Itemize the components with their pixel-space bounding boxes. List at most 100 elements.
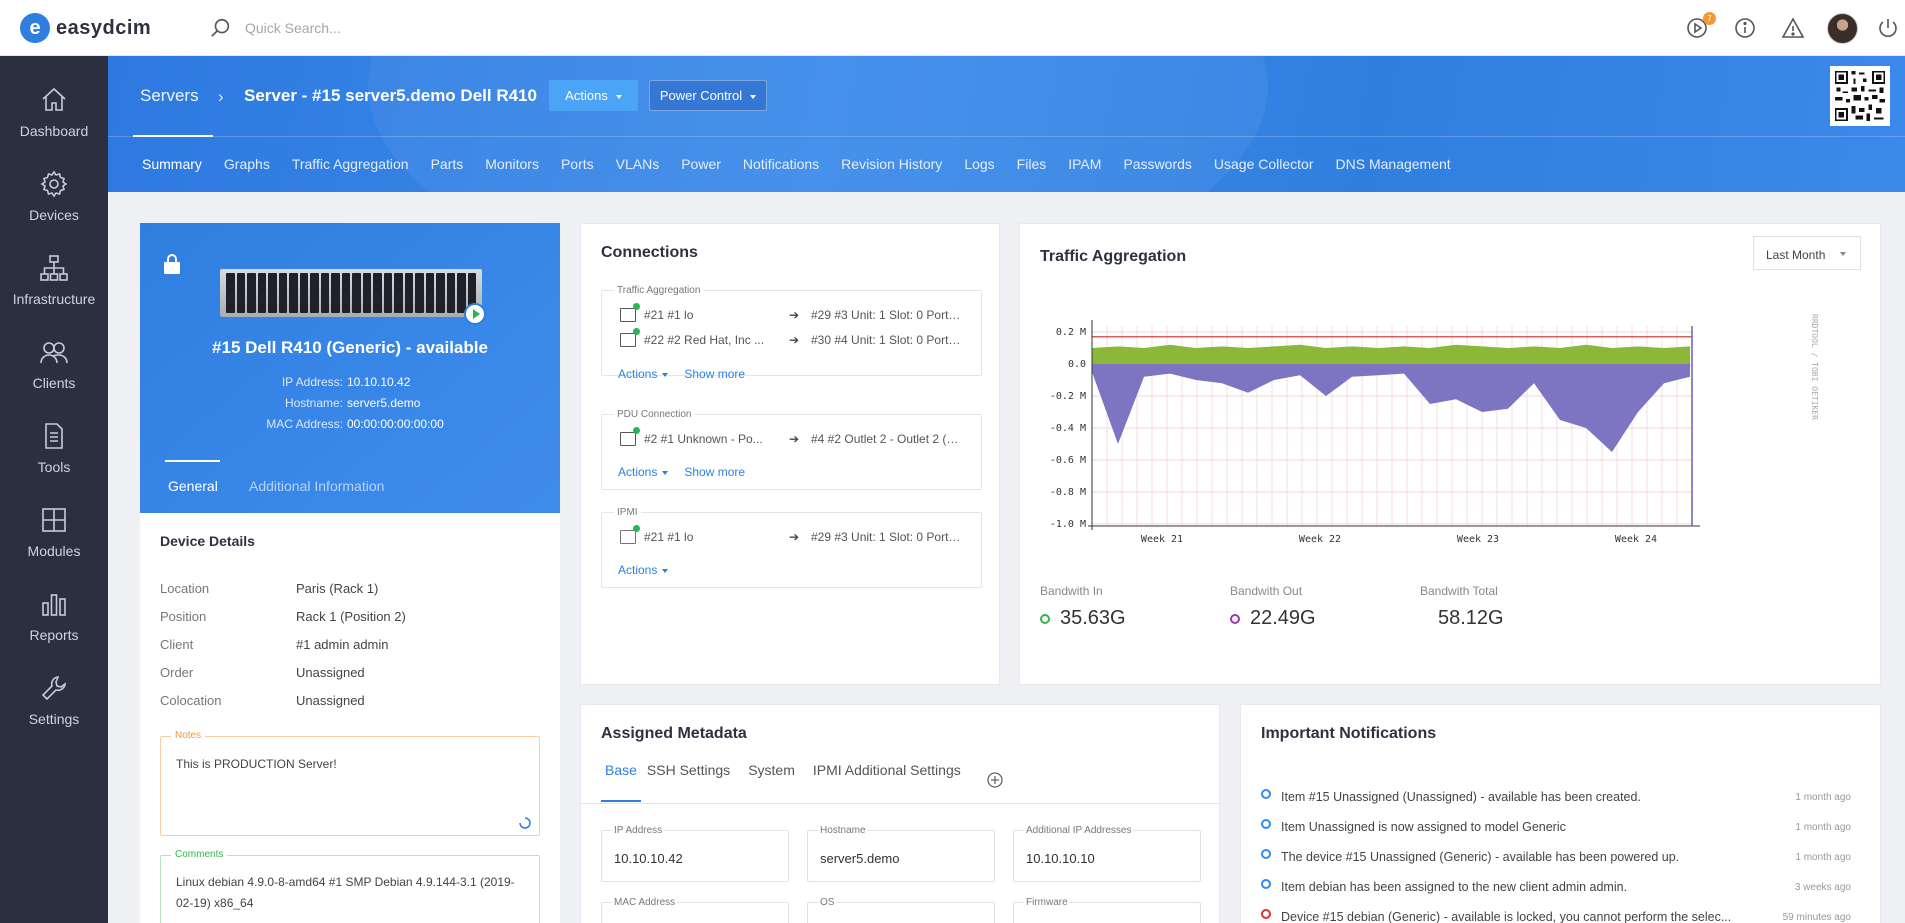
document-icon — [45, 423, 63, 449]
sidebar-item-label: Clients — [32, 375, 76, 391]
power-control-button[interactable]: Power Control — [649, 80, 767, 111]
info-icon[interactable] — [1733, 16, 1757, 40]
brand-name: easydcim — [56, 16, 152, 39]
connection-row[interactable]: #22 #2 Red Hat, Inc ... ➔ #30 #4 Unit: 1… — [620, 328, 970, 350]
grid-icon — [42, 508, 66, 532]
show-more-link[interactable]: Show more — [684, 465, 745, 479]
range-select[interactable]: Last Month — [1753, 236, 1861, 270]
tab-summary[interactable]: Summary — [108, 135, 213, 192]
tab-traffic-aggregation[interactable]: Traffic Aggregation — [281, 136, 420, 192]
notification-text: Item #15 Unassigned (Unassigned) - avail… — [1281, 790, 1641, 804]
bandwidth-total: Bandwith Total 58.12G — [1420, 584, 1504, 630]
connection-actions-dropdown[interactable]: Actions — [618, 367, 669, 381]
show-more-link[interactable]: Show more — [684, 367, 745, 381]
user-avatar[interactable] — [1827, 13, 1858, 44]
metadata-divider — [581, 803, 1221, 804]
page-tabs: Summary Graphs Traffic Aggregation Parts… — [108, 135, 1462, 192]
connection-target: #4 #2 Outlet 2 - Outlet 2 (o... — [811, 432, 961, 446]
notification-item[interactable]: Device #15 debian (Generic) - available … — [1261, 907, 1851, 923]
power-state-icon[interactable] — [464, 303, 486, 325]
notification-item[interactable]: Item debian has been assigned to the new… — [1261, 877, 1851, 897]
actions-button[interactable]: Actions — [549, 80, 638, 111]
notification-count-badge: 7 — [1703, 12, 1716, 25]
detail-value: Unassigned — [296, 693, 365, 708]
tab-additional-information[interactable]: Additional Information — [249, 478, 384, 494]
tab-files[interactable]: Files — [1006, 136, 1058, 192]
metadata-tabs: Base SSH Settings System IPMI Additional… — [601, 760, 979, 802]
connection-row[interactable]: #21 #1 lo ➔ #29 #3 Unit: 1 Slot: 0 Port:… — [620, 525, 970, 547]
search-input[interactable] — [245, 14, 645, 42]
tab-usage-collector[interactable]: Usage Collector — [1203, 136, 1325, 192]
tab-passwords[interactable]: Passwords — [1112, 136, 1202, 192]
wrench-icon — [41, 676, 66, 701]
notification-item[interactable]: The device #15 Unassigned (Generic) - av… — [1261, 847, 1851, 867]
connection-row[interactable]: #21 #1 lo ➔ #29 #3 Unit: 1 Slot: 0 Port:… — [620, 303, 970, 325]
notification-text: Device #15 debian (Generic) - available … — [1281, 910, 1732, 923]
connection-actions-dropdown[interactable]: Actions — [618, 465, 669, 479]
additional-ip-field[interactable]: Additional IP Addresses 10.10.10.10 — [1013, 825, 1201, 882]
firmware-field[interactable]: Firmware — [1013, 897, 1201, 923]
field-label: Hostname — [818, 825, 868, 836]
search-icon[interactable] — [210, 17, 232, 39]
lock-icon[interactable] — [162, 253, 182, 275]
gear-icon — [40, 170, 68, 198]
tab-ssh-settings[interactable]: SSH Settings — [647, 760, 742, 802]
connection-actions-dropdown[interactable]: Actions — [618, 563, 669, 577]
tab-general[interactable]: General — [168, 478, 218, 494]
tab-ports[interactable]: Ports — [550, 136, 605, 192]
tab-parts[interactable]: Parts — [420, 136, 475, 192]
notification-item[interactable]: Item #15 Unassigned (Unassigned) - avail… — [1261, 787, 1851, 807]
notes-field[interactable]: Notes This is PRODUCTION Server! — [160, 730, 540, 836]
tab-logs[interactable]: Logs — [953, 136, 1005, 192]
detail-value[interactable]: #1 admin admin — [296, 637, 389, 652]
detail-key: Order — [160, 665, 194, 680]
tab-ipam[interactable]: IPAM — [1057, 136, 1112, 192]
ip-address-field[interactable]: IP Address 10.10.10.42 — [601, 825, 789, 882]
device-details-panel: Device Details Location Paris (Rack 1) Po… — [140, 513, 560, 923]
power-icon[interactable] — [1876, 16, 1900, 40]
logo-icon: e — [20, 13, 50, 43]
chevron-down-icon — [662, 568, 669, 573]
qr-code-icon[interactable] — [1830, 66, 1890, 126]
sidebar-item-reports[interactable]: Reports — [0, 574, 108, 658]
tab-ipmi-additional-settings[interactable]: IPMI Additional Settings — [813, 760, 973, 802]
sidebar-item-tools[interactable]: Tools — [0, 406, 108, 490]
brand-logo[interactable]: e easydcim — [20, 13, 151, 43]
status-dot-icon — [1261, 789, 1271, 799]
sidebar-item-clients[interactable]: Clients — [0, 322, 108, 406]
connections-card: Connections Traffic Aggregation #21 #1 l… — [580, 223, 1000, 685]
hostname-field[interactable]: Hostname server5.demo — [807, 825, 995, 882]
sidebar-item-label: Settings — [28, 711, 80, 727]
mac-address-field[interactable]: MAC Address — [601, 897, 789, 923]
status-dot-icon — [1261, 909, 1271, 919]
tab-notifications[interactable]: Notifications — [732, 136, 830, 192]
connection-group-label: IPMI — [614, 507, 641, 518]
sidebar: Dashboard Devices Infrastructure Clients… — [0, 56, 108, 923]
tab-dns-management[interactable]: DNS Management — [1325, 136, 1462, 192]
connection-row[interactable]: #2 #1 Unknown - Po... ➔ #4 #2 Outlet 2 -… — [620, 427, 970, 449]
warning-icon[interactable] — [1781, 16, 1805, 40]
tab-system[interactable]: System — [748, 760, 807, 802]
page-header: Servers › Server - #15 server5.demo Dell… — [108, 56, 1905, 192]
tab-monitors[interactable]: Monitors — [474, 136, 550, 192]
tab-revision-history[interactable]: Revision History — [830, 136, 953, 192]
sidebar-item-devices[interactable]: Devices — [0, 154, 108, 238]
tab-power[interactable]: Power — [670, 136, 732, 192]
comments-field[interactable]: Comments Linux debian 4.9.0-8-amd64 #1 S… — [160, 849, 540, 923]
detail-value[interactable]: Paris (Rack 1) — [296, 581, 378, 596]
detail-row-colocation: Colocation Unassigned — [160, 693, 365, 708]
sidebar-item-modules[interactable]: Modules — [0, 490, 108, 574]
os-field[interactable]: OS — [807, 897, 995, 923]
tab-vlans[interactable]: VLANs — [605, 136, 671, 192]
notification-item[interactable]: Item Unassigned is now assigned to model… — [1261, 817, 1851, 837]
tab-base[interactable]: Base — [601, 760, 641, 802]
add-tab-icon[interactable] — [987, 772, 1003, 788]
field-value: 10.10.10.42 — [614, 851, 683, 866]
tab-graphs[interactable]: Graphs — [213, 136, 281, 192]
sidebar-item-infrastructure[interactable]: Infrastructure — [0, 238, 108, 322]
bar-chart-icon — [42, 594, 66, 616]
sidebar-item-settings[interactable]: Settings — [0, 658, 108, 742]
breadcrumb-servers[interactable]: Servers — [140, 86, 199, 106]
sidebar-item-dashboard[interactable]: Dashboard — [0, 70, 108, 154]
connection-group-label: PDU Connection — [614, 409, 695, 420]
